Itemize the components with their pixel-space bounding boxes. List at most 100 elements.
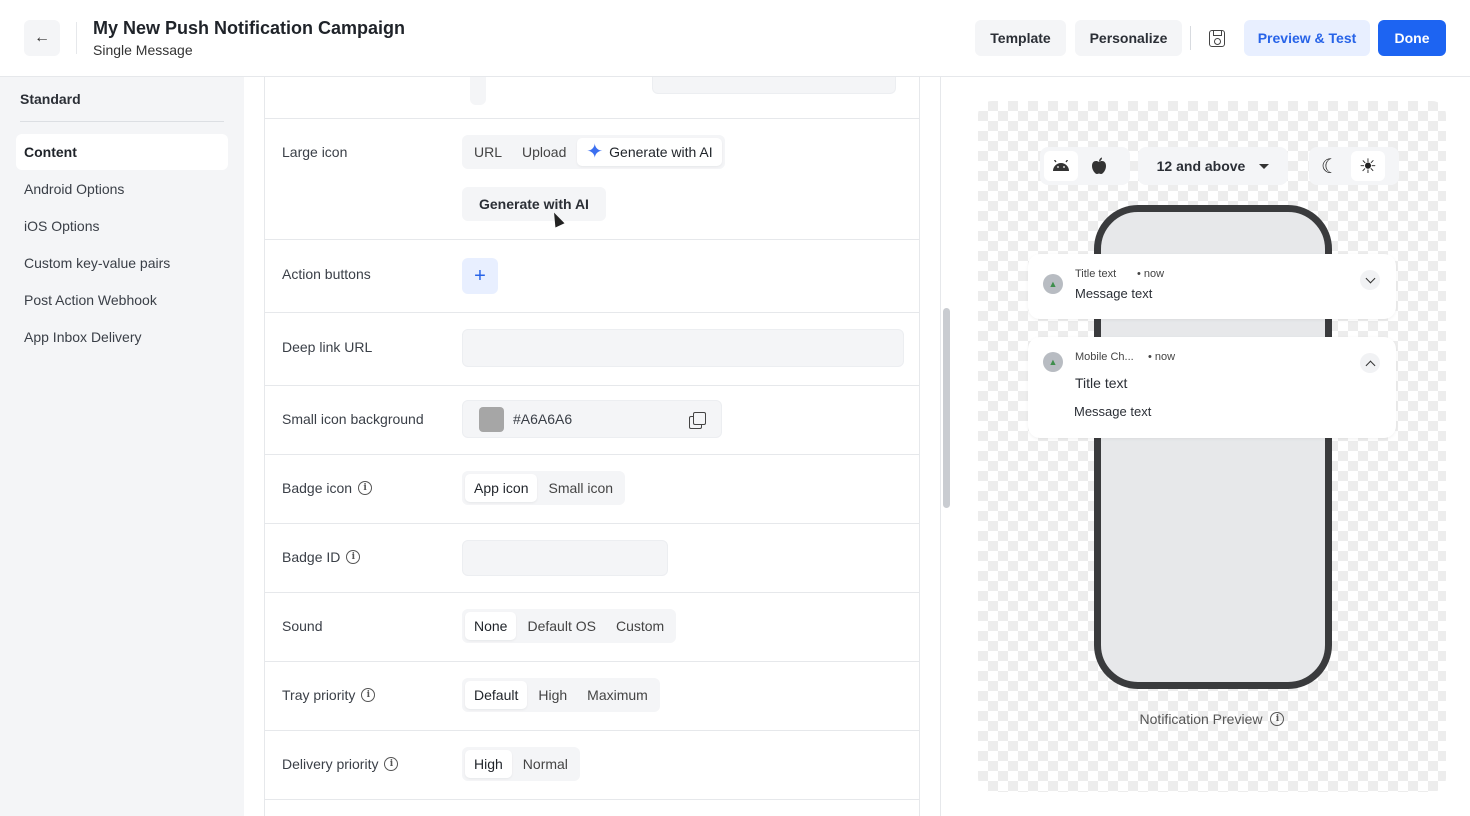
- android-icon: [1053, 160, 1069, 171]
- sidebar: Standard Content Android Options iOS Opt…: [0, 77, 244, 816]
- deep-link-label: Deep link URL: [282, 339, 373, 355]
- os-toggle: [1040, 147, 1130, 185]
- form-row-badge-icon: Badge icon i App icon Small icon: [265, 455, 919, 524]
- sidebar-item-ios-options[interactable]: iOS Options: [16, 208, 228, 244]
- light-theme-button[interactable]: ☀: [1351, 151, 1385, 181]
- expanded-notification-title: Title text: [1075, 375, 1128, 391]
- chevron-down-icon: [1259, 163, 1270, 169]
- chevron-down-icon[interactable]: [1360, 270, 1380, 290]
- badge-icon-option-app-icon[interactable]: App icon: [465, 474, 538, 502]
- sound-option-custom[interactable]: Custom: [607, 612, 673, 640]
- delivery-priority-option-normal[interactable]: Normal: [514, 750, 577, 778]
- info-icon[interactable]: i: [346, 550, 361, 564]
- delivery-priority-label-group: Delivery priority i: [282, 756, 399, 772]
- badge-icon-label-group: Badge icon i: [282, 480, 373, 496]
- tray-priority-option-high[interactable]: High: [529, 681, 576, 709]
- expanded-notification-message: Message text: [1074, 404, 1152, 419]
- notification-preview-panel: 12 and above ☾ ☀ ▲ Title text • now Mess…: [978, 101, 1446, 792]
- personalize-button[interactable]: Personalize: [1075, 20, 1182, 56]
- deep-link-input[interactable]: [462, 329, 904, 367]
- scrollbar-thumb[interactable]: [943, 308, 950, 508]
- tray-priority-label: Tray priority: [282, 687, 356, 703]
- small-icon-background-input[interactable]: #A6A6A6: [462, 400, 722, 438]
- form-row-previous: [265, 77, 919, 119]
- badge-icon-option-small-icon[interactable]: Small icon: [539, 474, 622, 502]
- sound-option-default-os[interactable]: Default OS: [518, 612, 604, 640]
- large-icon-option-upload[interactable]: Upload: [513, 138, 575, 166]
- tray-priority-option-maximum[interactable]: Maximum: [578, 681, 657, 709]
- apple-icon: [1092, 157, 1106, 174]
- small-icon-background-label: Small icon background: [282, 411, 424, 427]
- preview-test-button[interactable]: Preview & Test: [1244, 20, 1370, 56]
- large-icon-option-generate-ai[interactable]: ✦ Generate with AI: [577, 138, 722, 166]
- action-buttons-label: Action buttons: [282, 266, 371, 282]
- info-icon[interactable]: i: [358, 481, 373, 495]
- arrow-left-icon: ←: [34, 29, 50, 46]
- expanded-notification-time: • now: [1148, 351, 1176, 363]
- form-row-delivery-priority: Delivery priority i High Normal: [265, 731, 919, 800]
- os-version-dropdown[interactable]: 12 and above: [1138, 147, 1288, 185]
- scrollbar-track: [940, 77, 941, 816]
- back-button[interactable]: ←: [24, 20, 60, 56]
- form-row-action-buttons: Action buttons +: [265, 240, 919, 313]
- collapsed-notification-time: • now: [1137, 268, 1165, 280]
- form-row-sound: Sound None Default OS Custom: [265, 593, 919, 662]
- delivery-priority-option-high[interactable]: High: [465, 750, 512, 778]
- previous-field-edge: [470, 77, 486, 105]
- info-icon[interactable]: i: [361, 688, 376, 702]
- sidebar-item-post-action-webhook[interactable]: Post Action Webhook: [16, 282, 228, 318]
- badge-id-label-group: Badge ID i: [282, 549, 361, 565]
- form-row-deep-link: Deep link URL: [265, 313, 919, 386]
- sidebar-item-app-inbox-delivery[interactable]: App Inbox Delivery: [16, 319, 228, 355]
- collapsed-notification-title: Title text: [1075, 268, 1117, 280]
- badge-id-input[interactable]: [462, 540, 668, 576]
- template-button[interactable]: Template: [975, 20, 1066, 56]
- chevron-up-icon[interactable]: [1360, 353, 1380, 373]
- sparkle-icon: ✦: [586, 141, 604, 163]
- moon-icon: ☾: [1321, 155, 1339, 178]
- expanded-notification[interactable]: ▲ Mobile Ch... • now Title text Message …: [1028, 337, 1396, 438]
- campaign-title: My New Push Notification Campaign: [93, 18, 406, 38]
- sidebar-item-custom-key-value-pairs[interactable]: Custom key-value pairs: [16, 245, 228, 281]
- large-icon-option-generate-ai-label: Generate with AI: [609, 144, 713, 160]
- done-button[interactable]: Done: [1378, 20, 1446, 56]
- sidebar-item-content[interactable]: Content: [16, 134, 228, 170]
- dark-theme-button[interactable]: ☾: [1313, 151, 1347, 181]
- large-icon-option-url[interactable]: URL: [465, 138, 511, 166]
- app-icon: ▲: [1043, 274, 1063, 294]
- tray-priority-option-default[interactable]: Default: [465, 681, 528, 709]
- generate-with-ai-button[interactable]: Generate with AI: [462, 187, 606, 221]
- theme-toggle: ☾ ☀: [1309, 147, 1399, 185]
- header-separator: [1190, 26, 1191, 50]
- sound-option-none[interactable]: None: [465, 612, 517, 640]
- copy-icon[interactable]: [689, 412, 706, 429]
- info-icon[interactable]: i: [1270, 712, 1285, 726]
- add-action-button[interactable]: +: [462, 258, 498, 294]
- header-divider: [76, 22, 77, 54]
- form-row-small-icon-background: Small icon background #A6A6A6: [265, 386, 919, 455]
- badge-id-label: Badge ID: [282, 549, 341, 565]
- tray-priority-toggle: Default High Maximum: [462, 678, 660, 712]
- ios-os-button[interactable]: [1082, 151, 1116, 181]
- sound-toggle: None Default OS Custom: [462, 609, 677, 643]
- content-form: Large icon URL Upload ✦ Generate with AI …: [264, 77, 920, 816]
- info-icon[interactable]: i: [384, 757, 399, 771]
- save-button[interactable]: [1199, 20, 1235, 56]
- delivery-priority-toggle: High Normal: [462, 747, 580, 781]
- top-header: ← My New Push Notification Campaign Sing…: [0, 0, 1470, 77]
- large-icon-label: Large icon: [282, 144, 348, 160]
- notification-preview-label: Notification Preview: [1139, 711, 1263, 727]
- form-row-badge-id: Badge ID i: [265, 524, 919, 593]
- previous-input-edge[interactable]: [652, 77, 896, 94]
- form-row-tray-priority: Tray priority i Default High Maximum: [265, 662, 919, 731]
- color-hex-value: #A6A6A6: [513, 411, 573, 427]
- sidebar-divider: [20, 121, 224, 122]
- sidebar-item-android-options[interactable]: Android Options: [16, 171, 228, 207]
- badge-icon-toggle: App icon Small icon: [462, 471, 626, 505]
- plus-icon: +: [474, 264, 486, 287]
- color-swatch[interactable]: [479, 407, 504, 432]
- save-icon: [1209, 29, 1225, 47]
- collapsed-notification[interactable]: ▲ Title text • now Message text: [1028, 254, 1396, 319]
- android-os-button[interactable]: [1044, 151, 1078, 181]
- badge-icon-label: Badge icon: [282, 480, 353, 496]
